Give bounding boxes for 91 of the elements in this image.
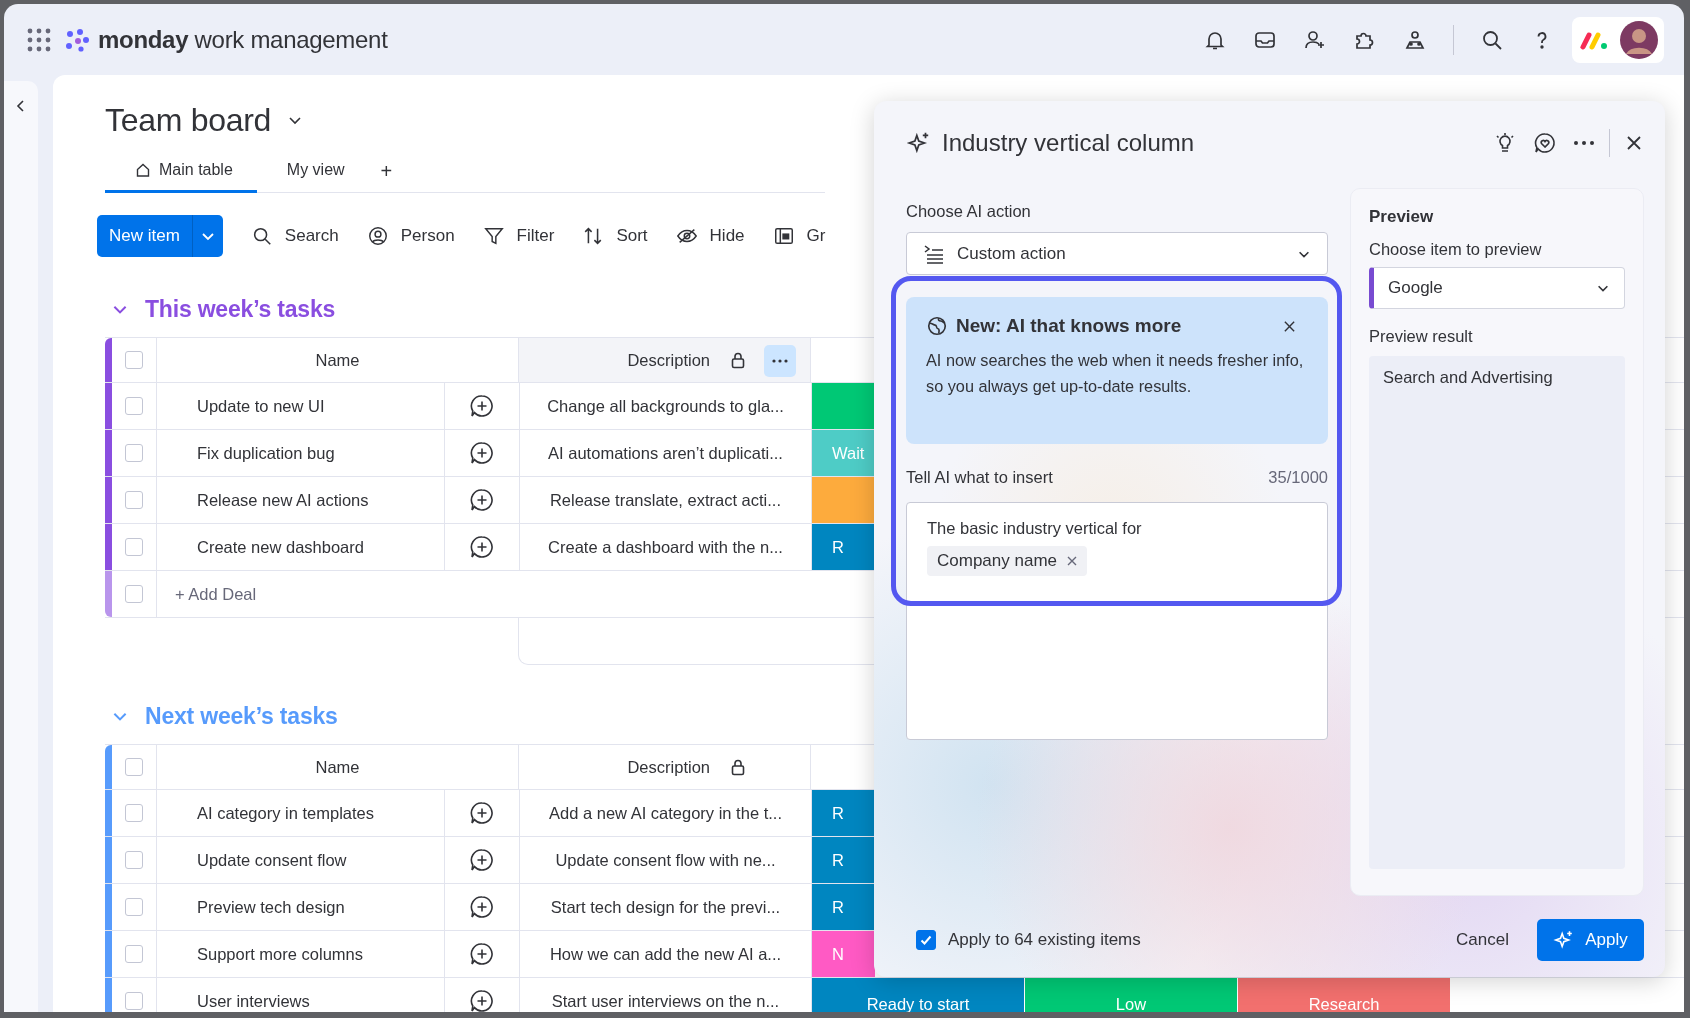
item-name[interactable]: Release new AI actions bbox=[157, 477, 445, 523]
filter-tool[interactable]: Filter bbox=[482, 225, 555, 247]
view-tab[interactable]: Main table bbox=[105, 150, 257, 193]
add-update-icon[interactable] bbox=[469, 393, 495, 419]
more-icon[interactable] bbox=[1573, 140, 1595, 146]
add-update-icon[interactable] bbox=[469, 800, 495, 826]
result-text: Search and Advertising bbox=[1383, 368, 1553, 386]
checkbox[interactable] bbox=[125, 992, 143, 1010]
avatar-icon[interactable] bbox=[1620, 20, 1658, 59]
lightbulb-icon[interactable] bbox=[1493, 131, 1517, 155]
checkbox[interactable] bbox=[125, 945, 143, 963]
item-name[interactable]: AI category in templates bbox=[157, 790, 445, 836]
field-label: Choose AI action bbox=[906, 202, 1032, 222]
item-name[interactable]: Support more columns bbox=[157, 931, 445, 977]
home-icon bbox=[135, 162, 151, 178]
group-tool[interactable]: Gr bbox=[772, 225, 826, 247]
column-header: Description bbox=[627, 757, 710, 777]
checkbox[interactable] bbox=[125, 491, 143, 509]
checkbox[interactable] bbox=[125, 397, 143, 415]
status-cell[interactable]: R bbox=[812, 837, 876, 883]
apps-grid-icon[interactable] bbox=[26, 26, 52, 53]
layout-icon bbox=[772, 225, 795, 247]
checkbox[interactable] bbox=[125, 804, 143, 822]
checkbox-label: Apply to 64 existing items bbox=[948, 930, 1141, 950]
add-update-icon[interactable] bbox=[469, 487, 495, 513]
prompt-lines-icon bbox=[923, 243, 945, 264]
lock-icon bbox=[730, 758, 746, 776]
item-name[interactable]: User interviews bbox=[157, 978, 445, 1012]
apply-button[interactable]: Apply bbox=[1537, 919, 1644, 961]
prompt-text: The basic industry vertical for bbox=[927, 519, 1143, 538]
preview-item-dropdown[interactable]: Google bbox=[1369, 267, 1625, 309]
item-name[interactable]: Update consent flow bbox=[157, 837, 445, 883]
close-icon[interactable] bbox=[1283, 319, 1296, 333]
lock-icon bbox=[730, 351, 746, 369]
checkbox[interactable] bbox=[125, 538, 143, 556]
new-item-dropdown-button[interactable] bbox=[191, 215, 223, 257]
hide-tool[interactable]: Hide bbox=[675, 225, 745, 247]
checkbox[interactable] bbox=[125, 898, 143, 916]
globe-icon bbox=[926, 315, 948, 337]
add-view-button[interactable]: + bbox=[368, 150, 405, 192]
new-item-button[interactable]: New item bbox=[97, 215, 192, 257]
checkbox[interactable] bbox=[125, 351, 143, 369]
person-icon bbox=[366, 225, 389, 247]
logo-icon bbox=[64, 27, 92, 52]
board-title: Team board bbox=[105, 101, 271, 139]
column-chip[interactable]: Company name bbox=[927, 546, 1087, 576]
checkmark-icon bbox=[919, 933, 933, 947]
column-header: Description bbox=[627, 350, 710, 370]
funnel-icon bbox=[482, 225, 505, 247]
person-tool[interactable]: Person bbox=[366, 225, 455, 247]
cancel-button[interactable]: Cancel bbox=[1450, 929, 1515, 951]
status-cell[interactable] bbox=[812, 383, 876, 429]
group-title[interactable]: This week’s tasks bbox=[145, 295, 336, 323]
add-item-field[interactable]: + Add Deal bbox=[157, 571, 257, 617]
checkbox[interactable] bbox=[125, 851, 143, 869]
status-cell[interactable] bbox=[812, 477, 876, 523]
add-update-icon[interactable] bbox=[469, 988, 495, 1012]
preview-title: Preview bbox=[1369, 207, 1435, 227]
status-cell[interactable]: Ready to start bbox=[812, 978, 1025, 1012]
add-update-icon[interactable] bbox=[469, 894, 495, 920]
add-update-icon[interactable] bbox=[469, 534, 495, 560]
status-cell[interactable]: R bbox=[812, 884, 876, 930]
checkbox[interactable] bbox=[125, 758, 143, 776]
item-name[interactable]: Update to new UI bbox=[157, 383, 445, 429]
item-name[interactable]: Create new dashboard bbox=[157, 524, 445, 570]
status-cell[interactable]: R bbox=[812, 790, 876, 836]
feedback-icon[interactable] bbox=[1533, 131, 1557, 155]
search-tool[interactable]: Search bbox=[250, 225, 339, 247]
remove-icon[interactable] bbox=[1067, 556, 1077, 566]
panel-title: Industry vertical column bbox=[942, 129, 1195, 157]
prompt-field[interactable]: The basic industry vertical for Company name bbox=[906, 502, 1328, 740]
add-update-icon[interactable] bbox=[469, 440, 495, 466]
status-cell[interactable]: R bbox=[812, 524, 876, 570]
checkbox[interactable] bbox=[125, 585, 143, 603]
checkbox[interactable] bbox=[916, 930, 936, 950]
character-count: 35/1000 bbox=[1268, 468, 1328, 488]
add-update-icon[interactable] bbox=[469, 847, 495, 873]
checkbox[interactable] bbox=[125, 444, 143, 462]
field-label: Preview result bbox=[1369, 327, 1474, 346]
view-tab[interactable]: My view bbox=[256, 150, 369, 193]
column-header: Name bbox=[157, 745, 519, 789]
sort-tool[interactable]: Sort bbox=[582, 225, 648, 247]
ai-action-dropdown[interactable]: Custom action bbox=[906, 232, 1328, 275]
notice-text: AI now searches the web when it needs fresher info, so you always get up-to-date results. bbox=[926, 350, 1305, 397]
field-label: Tell AI what to insert bbox=[906, 468, 1053, 488]
notice-title: New: AI that knows more bbox=[956, 315, 1182, 337]
add-update-icon[interactable] bbox=[469, 941, 495, 967]
item-name[interactable]: Fix duplication bug bbox=[157, 430, 445, 476]
field-label: Choose item to preview bbox=[1369, 240, 1543, 259]
item-name[interactable]: Preview tech design bbox=[157, 884, 445, 930]
brand-name: monday work management bbox=[98, 25, 388, 54]
